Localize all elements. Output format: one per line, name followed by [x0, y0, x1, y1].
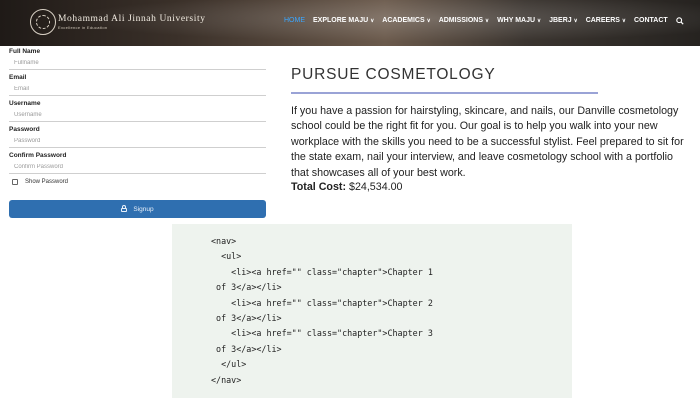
- nav-item-label: CONTACT: [633, 17, 668, 24]
- code-line: of 3</a></li>: [211, 343, 282, 354]
- nav-item-label: JBERJ: [549, 17, 572, 24]
- chevron-down-icon: ∨: [621, 18, 626, 24]
- code-line: </nav>: [211, 374, 242, 385]
- show-password-label: Show Password: [25, 179, 69, 185]
- nav-item-contact[interactable]: CONTACT: [634, 17, 668, 27]
- field-email: Email: [9, 74, 266, 96]
- main-nav: HOME EXPLORE MAJU ∨ ACADEMICS ∨ ADMISSIONS ∨ WH…: [284, 17, 684, 27]
- nav-item-admissions[interactable]: ADMISSIONS ∨: [439, 17, 489, 27]
- field-label: Email: [9, 74, 27, 81]
- code-line: <nav>: [211, 236, 237, 246]
- signup-button[interactable]: Signup: [9, 200, 266, 218]
- code-line: <li><a href="" class="chapter">Chapter 1: [211, 266, 433, 277]
- code-line: of 3</a></li>: [211, 313, 282, 324]
- nav-item-jberj[interactable]: JBERJ ∨: [549, 17, 578, 27]
- signup-label: Signup: [133, 205, 154, 213]
- code-block: <nav> <ul> <li><a href="" class="chapter…: [172, 224, 572, 398]
- field-label: Username: [9, 100, 41, 107]
- nav-item-label: ACADEMICS: [382, 17, 425, 24]
- password-input[interactable]: [9, 135, 266, 148]
- chevron-down-icon: ∨: [370, 18, 375, 24]
- university-tagline: Excellence in Education: [58, 25, 108, 30]
- article-body: If you have a passion for hairstyling, s…: [291, 105, 684, 179]
- code-line: of 3</a></li>: [211, 282, 282, 293]
- code-line: <li><a href="" class="chapter">Chapter 2: [211, 297, 433, 308]
- total-cost-label: Total Cost:: [291, 181, 347, 194]
- nav-item-label: EXPLORE MAJU: [313, 17, 369, 24]
- field-label: Password: [9, 126, 40, 133]
- confirm-password-input[interactable]: [9, 161, 266, 174]
- nav-item-label: CAREERS: [585, 17, 620, 24]
- field-confirm-password: Confirm Password: [9, 152, 266, 174]
- site-header: Mohammad Ali Jinnah University Excellenc…: [0, 0, 700, 46]
- article: PURSUE COSMETOLOGY If you have a passion…: [291, 66, 686, 193]
- field-label: Confirm Password: [9, 152, 67, 159]
- total-cost-value: $24,534.00: [349, 181, 403, 194]
- chevron-down-icon: ∨: [537, 18, 542, 24]
- code-line: </ul>: [211, 359, 247, 370]
- article-title: PURSUE COSMETOLOGY: [291, 66, 496, 83]
- signup-form: Full Name Email Username Password Confir…: [9, 48, 266, 185]
- nav-item-academics[interactable]: ACADEMICS ∨: [382, 17, 430, 27]
- code-line: <ul>: [211, 251, 242, 262]
- total-cost: Total Cost: $24,534.00: [291, 181, 686, 193]
- nav-item-why-maju[interactable]: WHY MAJU ∨: [497, 17, 541, 27]
- code-line: <li><a href="" class="chapter">Chapter 3: [211, 328, 433, 339]
- chevron-down-icon: ∨: [573, 18, 578, 24]
- chevron-down-icon: ∨: [485, 18, 490, 24]
- field-password: Password: [9, 126, 266, 148]
- fullname-input[interactable]: [9, 57, 266, 70]
- title-underline: [291, 92, 598, 94]
- nav-item-explore-maju[interactable]: EXPLORE MAJU ∨: [313, 17, 374, 27]
- nav-item-label: HOME: [284, 17, 305, 24]
- field-full-name: Full Name: [9, 48, 266, 70]
- chevron-down-icon: ∨: [426, 18, 431, 24]
- field-username: Username: [9, 100, 266, 122]
- show-password-checkbox[interactable]: [12, 179, 18, 185]
- search-icon[interactable]: [675, 17, 684, 27]
- field-label: Full Name: [9, 48, 41, 55]
- show-password-toggle[interactable]: Show Password: [9, 179, 266, 185]
- username-input[interactable]: [9, 109, 266, 122]
- nav-item-label: WHY MAJU: [497, 17, 536, 24]
- university-name[interactable]: Mohammad Ali Jinnah University: [58, 14, 206, 24]
- email-input[interactable]: [9, 83, 266, 96]
- nav-item-careers[interactable]: CAREERS ∨: [586, 17, 626, 27]
- university-logo[interactable]: [30, 9, 56, 35]
- lock-icon: [121, 205, 128, 212]
- nav-item-home[interactable]: HOME: [284, 17, 305, 27]
- code-text: <nav> <ul> <li><a href="" class="chapter…: [172, 224, 572, 388]
- nav-item-label: ADMISSIONS: [438, 17, 484, 24]
